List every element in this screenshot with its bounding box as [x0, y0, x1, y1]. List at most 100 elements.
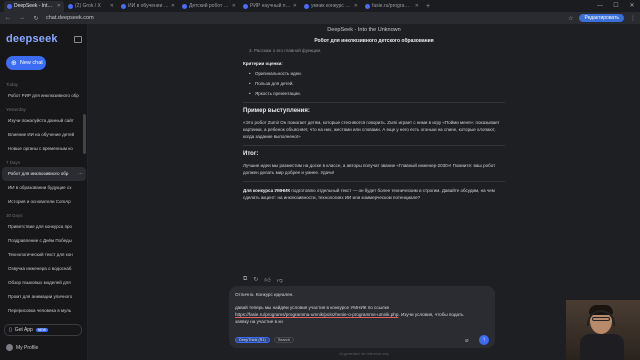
input-paragraph: давай теперь мы найдём условия участия в…: [235, 304, 465, 325]
favicon-icon: [365, 3, 370, 9]
chat-title: DeepSeek - Into the Unknown: [327, 27, 401, 33]
plus-icon: ⊕: [11, 60, 17, 67]
close-tab-icon[interactable]: ✕: [57, 3, 61, 9]
divider: [243, 102, 505, 103]
minimize-icon[interactable]: —: [592, 0, 608, 12]
tab-label: (2) Grok / X: [75, 3, 101, 9]
tab-label: умник конкурс условия: [311, 3, 352, 9]
close-tab-icon[interactable]: ✕: [232, 3, 236, 9]
get-app-button[interactable]: ▯ Get App NEW: [4, 324, 82, 336]
star-icon[interactable]: ☆: [568, 15, 573, 22]
browser-tab[interactable]: (2) Grok / X ✕: [65, 1, 117, 12]
deepthink-toggle[interactable]: DeepThink (R1): [235, 337, 270, 343]
favicon-icon: [68, 3, 73, 9]
history-item[interactable]: Робот РИР для инклюзивного обр: [2, 89, 86, 103]
criteria-item: Польза для детей.: [243, 80, 505, 87]
more-options-icon[interactable]: ⋯: [78, 167, 83, 181]
history-item[interactable]: Обзор языковых моделей для: [2, 276, 86, 290]
sidebar-scrollbar[interactable]: [83, 114, 86, 154]
browser-tab-bar: DeepSeek - Into the Unknown✕(2) Grok / X…: [0, 0, 640, 12]
main-chat-area: DeepSeek - Into the Unknown Робот для ин…: [88, 24, 640, 360]
result-title: Итог:: [243, 151, 259, 157]
input-line: Отлично. Конкурс идеален.: [235, 292, 294, 297]
input-link: https://fasie.ru/programs/programma-umni…: [235, 312, 399, 317]
thumbs-down-icon[interactable]: 👎︎: [277, 276, 283, 284]
close-tab-icon[interactable]: ✕: [293, 3, 297, 9]
chat-history: Today Робот РИР для инклюзивного обр Yeste…: [0, 78, 88, 340]
copy-icon[interactable]: ⧉: [243, 276, 247, 284]
close-tab-icon[interactable]: ✕: [110, 3, 114, 9]
history-group-label: 7 Days: [6, 160, 21, 165]
history-group-label: 30 Days: [6, 213, 23, 218]
history-item-label: Новые органы с временным ко: [8, 146, 73, 151]
history-item-label: Изучи пожалуйста данный сайт: [8, 118, 74, 123]
send-button[interactable]: ↑: [479, 335, 489, 345]
forward-icon[interactable]: →: [18, 15, 26, 21]
assistant-message: Робот для инклюзивного детского образова…: [243, 38, 505, 288]
attach-icon[interactable]: ⌀: [465, 337, 469, 344]
get-app-label: Get App: [14, 327, 33, 333]
history-item[interactable]: Робот для инклюзивного обр ⋯: [2, 167, 86, 181]
history-group-label: Today: [6, 82, 19, 87]
history-item-label: Обзор языковых моделей для: [8, 280, 71, 285]
umnik-paragraph: Для конкурса УМНИК подготовлю отдельный …: [243, 187, 505, 201]
maximize-icon[interactable]: ☐: [608, 0, 624, 12]
favicon-icon: [182, 3, 187, 9]
sidebar: deepseek ⊕ New chat Today Робот РИР для и…: [0, 24, 88, 360]
tab-label: fasie.ru/programs/progr: [372, 3, 413, 9]
tab-label: ИИ в обучении детей: [128, 3, 169, 9]
collapse-sidebar-icon[interactable]: [74, 36, 82, 43]
history-item-label: Робот РИР для инклюзивного обр: [8, 93, 79, 98]
favicon-icon: [7, 3, 12, 9]
reload-icon[interactable]: ↻: [32, 15, 40, 22]
new-chat-label: New chat: [19, 60, 43, 66]
thumbs-up-icon[interactable]: 👍︎: [264, 276, 270, 284]
new-badge: NEW: [35, 328, 49, 332]
history-item-label: ИИ в образовании будущие сх: [8, 185, 72, 190]
back-icon[interactable]: ←: [4, 15, 12, 21]
input-text: давай теперь мы найдём условия участия в…: [235, 305, 390, 310]
message-input[interactable]: Отлично. Конкурс идеален. давай теперь м…: [235, 291, 465, 325]
browser-tab[interactable]: ИИ в обучении детей✕: [118, 1, 178, 12]
search-toggle[interactable]: Search: [273, 337, 294, 343]
history-item-label: Перерисовка человека в муль: [8, 308, 72, 313]
history-item[interactable]: Изучи пожалуйста данный сайт: [2, 114, 86, 128]
history-item[interactable]: Промт для анимации уличного: [2, 290, 86, 304]
close-tab-icon[interactable]: ✕: [354, 3, 358, 9]
menu-icon[interactable]: ⋮: [630, 15, 636, 22]
history-item[interactable]: Поздравление с Днём Победы: [2, 234, 86, 248]
history-item[interactable]: Приветствие для конкурса про: [2, 220, 86, 234]
history-item[interactable]: Озвучка инженера о водоснаб: [2, 262, 86, 276]
history-item[interactable]: Новые органы с временным ко: [2, 142, 86, 156]
browser-tab[interactable]: DeepSeek - Into the Unknown✕: [4, 0, 64, 12]
favicon-icon: [304, 3, 309, 9]
profile-label: My Profile: [16, 344, 39, 351]
message-input-box[interactable]: Отлично. Конкурс идеален. давай теперь м…: [229, 286, 495, 348]
history-item[interactable]: Технологический текст для кон: [2, 248, 86, 262]
profile-button[interactable]: My Profile: [6, 344, 38, 351]
edit-extension-button[interactable]: Редактировать: [579, 14, 624, 22]
new-chat-button[interactable]: ⊕ New chat: [6, 56, 46, 70]
url-field[interactable]: chat.deepseek.com: [46, 15, 94, 21]
history-item[interactable]: Влияние ИИ на обучение детей: [2, 128, 86, 142]
criteria-item: Яркость презентации.: [243, 90, 505, 97]
deepseek-logo: deepseek: [6, 33, 58, 45]
browser-tab[interactable]: РИР научный проект до✕: [240, 1, 300, 12]
close-tab-icon[interactable]: ✕: [415, 3, 419, 9]
result-text: Лучшие идеи мы разместим на доске в клас…: [243, 163, 496, 175]
history-item-label: История и основатели ComAp: [8, 199, 71, 204]
favicon-icon: [243, 3, 248, 9]
browser-tab[interactable]: умник конкурс условия✕: [301, 1, 361, 12]
new-tab-icon[interactable]: +: [423, 3, 433, 10]
history-item-label: Влияние ИИ на обучение детей: [8, 132, 75, 137]
window-controls: — ☐ ✕: [592, 0, 640, 12]
history-item[interactable]: ИИ в образовании будущие сх: [2, 181, 86, 195]
browser-tab[interactable]: fasie.ru/programs/progr✕: [362, 1, 422, 12]
close-tab-icon[interactable]: ✕: [171, 3, 175, 9]
browser-tab[interactable]: Детский робот - Искусственный✕: [179, 1, 239, 12]
close-window-icon[interactable]: ✕: [624, 0, 640, 12]
favicon-icon: [121, 3, 126, 9]
regenerate-icon[interactable]: ↻: [253, 276, 258, 284]
history-item[interactable]: Перерисовка человека в муль: [2, 304, 86, 318]
history-item[interactable]: История и основатели ComAp: [2, 195, 86, 209]
